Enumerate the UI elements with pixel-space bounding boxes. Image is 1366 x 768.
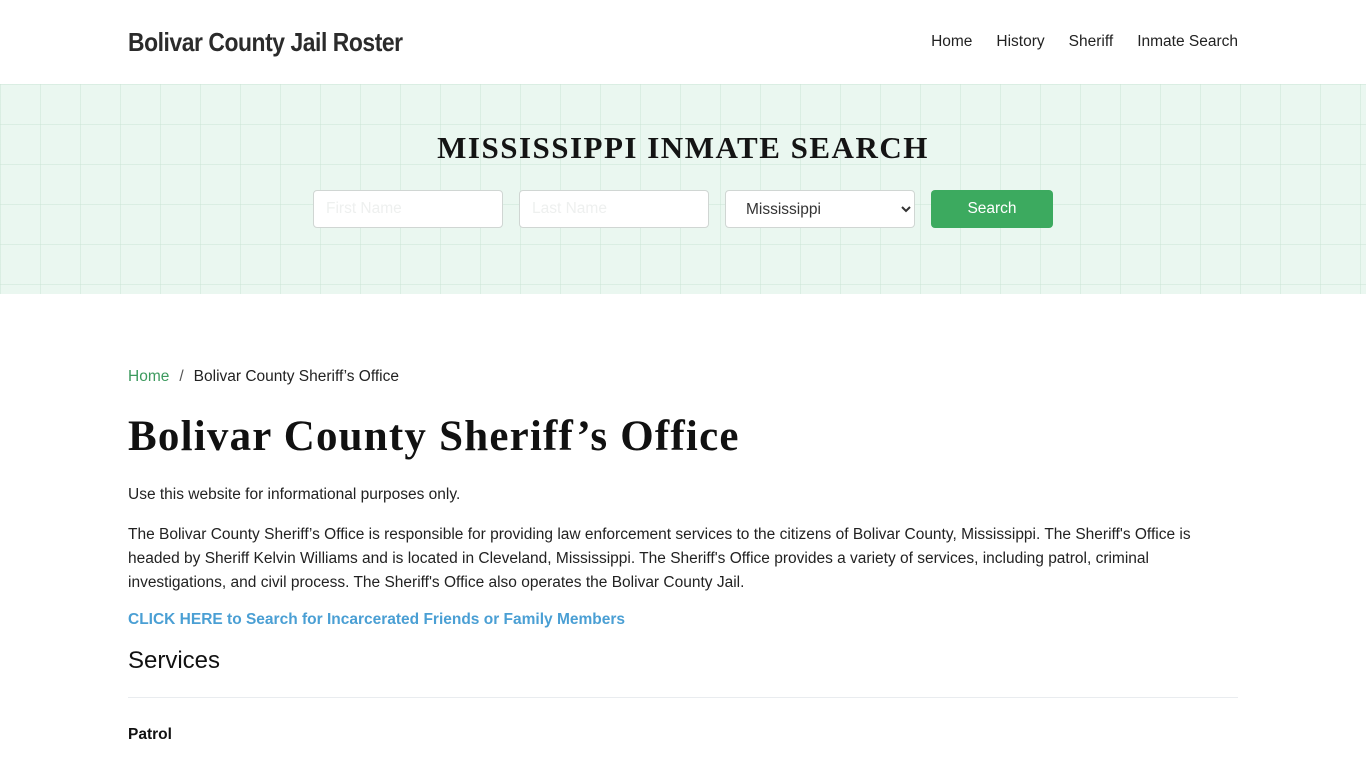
inmate-search-form: Mississippi Search xyxy=(313,190,1053,228)
main-content: Home / Bolivar County Sheriff’s Office B… xyxy=(0,368,1366,744)
section-divider xyxy=(128,697,1238,698)
description-text: The Bolivar County Sheriff’s Office is r… xyxy=(128,526,1191,591)
services-heading: Services xyxy=(128,647,221,674)
state-select[interactable]: Mississippi xyxy=(725,190,915,228)
search-button[interactable]: Search xyxy=(931,190,1053,228)
breadcrumb: Home / Bolivar County Sheriff’s Office xyxy=(128,368,1238,386)
breadcrumb-current: Bolivar County Sheriff’s Office xyxy=(193,368,399,385)
page-title: Bolivar County Sheriff’s Office xyxy=(128,413,740,460)
search-inmates-cta-link[interactable]: CLICK HERE to Search for Incarcerated Fr… xyxy=(128,611,625,629)
nav-home[interactable]: Home xyxy=(931,33,972,51)
last-name-input[interactable] xyxy=(519,190,709,228)
hero-title: MISSISSIPPI INMATE SEARCH xyxy=(437,130,929,165)
nav-inmate-search[interactable]: Inmate Search xyxy=(1137,33,1238,51)
site-brand-link[interactable]: Bolivar County Jail Roster xyxy=(128,27,403,58)
service-patrol-heading: Patrol xyxy=(128,726,172,743)
nav-history[interactable]: History xyxy=(996,33,1044,51)
breadcrumb-home-link[interactable]: Home xyxy=(128,368,169,386)
inmate-search-hero: MISSISSIPPI INMATE SEARCH Mississippi Se… xyxy=(0,84,1366,294)
main-nav: Home History Sheriff Inmate Search xyxy=(907,33,1238,51)
site-header: Bolivar County Jail Roster Home History … xyxy=(0,0,1366,84)
nav-sheriff[interactable]: Sheriff xyxy=(1069,33,1114,51)
first-name-input[interactable] xyxy=(313,190,503,228)
disclaimer-text: Use this website for informational purpo… xyxy=(128,486,461,503)
breadcrumb-separator: / xyxy=(179,368,184,385)
